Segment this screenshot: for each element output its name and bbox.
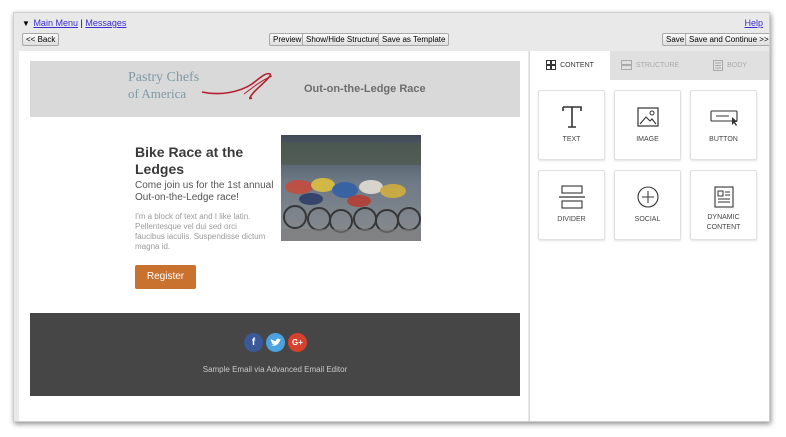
- preview-button[interactable]: Preview: [269, 33, 306, 46]
- panel-tabs: CONTENT STRUCTURE BODY: [530, 51, 769, 80]
- twitter-icon[interactable]: [266, 333, 285, 352]
- help-link[interactable]: Help: [744, 18, 763, 28]
- google-plus-icon[interactable]: G+: [288, 333, 307, 352]
- logo-line2: of America: [128, 86, 187, 101]
- email-subheadline[interactable]: Come join us for the 1st annual Out-on-t…: [135, 180, 275, 204]
- main-menu-link[interactable]: Main Menu: [33, 18, 78, 28]
- tab-structure-label: STRUCTURE: [635, 62, 680, 69]
- footer-text: Sample Email via Advanced Email Editor: [202, 365, 348, 374]
- tile-text[interactable]: TEXT: [538, 90, 605, 160]
- back-button[interactable]: << Back: [22, 33, 60, 46]
- email-body-text[interactable]: I'm a block of text and I like latin. Pe…: [135, 212, 267, 252]
- pastry-chefs-logo: Pastry Chefs of America: [128, 70, 278, 104]
- tile-dynamic-content-label: DYNAMIC CONTENT: [706, 214, 741, 231]
- content-panel: CONTENT STRUCTURE BODY TEXT IMAGE BUTTON…: [529, 51, 769, 421]
- header-title: Out-on-the-Ledge Race: [304, 83, 426, 95]
- grid-icon: [546, 60, 557, 71]
- collapse-triangle-icon[interactable]: ▼: [22, 19, 30, 28]
- dynamic-content-icon: [714, 186, 734, 208]
- bike-race-photo[interactable]: [281, 135, 421, 241]
- tab-content-label: CONTENT: [560, 62, 594, 69]
- rows-icon: [620, 60, 632, 71]
- tile-divider-label: DIVIDER: [557, 216, 586, 223]
- nav-separator: |: [80, 18, 83, 28]
- text-icon: [562, 106, 582, 128]
- show-hide-structure-button[interactable]: Show/Hide Structure: [302, 33, 384, 46]
- image-icon: [637, 107, 659, 127]
- editor-frame: ▼ Main Menu | Messages Help << Back Prev…: [13, 12, 770, 422]
- document-icon: [713, 59, 724, 71]
- email-headline[interactable]: Bike Race at the Ledges: [135, 144, 270, 178]
- tile-image[interactable]: IMAGE: [614, 90, 681, 160]
- tab-body-label: BODY: [727, 62, 747, 69]
- logo-line1: Pastry Chefs: [128, 70, 200, 85]
- tile-divider[interactable]: DIVIDER: [538, 170, 605, 240]
- tile-social[interactable]: SOCIAL: [614, 170, 681, 240]
- tab-body[interactable]: BODY: [690, 51, 769, 80]
- tab-structure[interactable]: STRUCTURE: [610, 51, 690, 80]
- tile-button[interactable]: BUTTON: [690, 90, 757, 160]
- tile-social-label: SOCIAL: [634, 216, 661, 223]
- logo-swoosh-icon: [201, 72, 273, 100]
- tile-text-label: TEXT: [562, 136, 581, 143]
- facebook-icon[interactable]: f: [244, 333, 263, 352]
- messages-link[interactable]: Messages: [85, 18, 126, 28]
- email-header[interactable]: Pastry Chefs of America Out-on-the-Ledge…: [30, 61, 520, 117]
- tab-content[interactable]: CONTENT: [530, 51, 610, 80]
- save-and-continue-button[interactable]: Save and Continue >>: [685, 33, 769, 46]
- save-as-template-button[interactable]: Save as Template: [378, 33, 450, 46]
- top-nav: ▼ Main Menu | Messages: [22, 18, 126, 28]
- divider-icon: [559, 185, 585, 209]
- button-icon: [710, 110, 738, 126]
- email-footer[interactable]: f G+ Sample Email via Advanced Email Edi…: [30, 313, 520, 396]
- tile-button-label: BUTTON: [709, 136, 738, 143]
- tile-dynamic-content[interactable]: DYNAMIC CONTENT: [690, 170, 757, 240]
- register-button[interactable]: Register: [135, 265, 196, 289]
- tile-image-label: IMAGE: [636, 136, 659, 143]
- social-plus-icon: [637, 186, 659, 208]
- email-canvas: Pastry Chefs of America Out-on-the-Ledge…: [19, 51, 528, 421]
